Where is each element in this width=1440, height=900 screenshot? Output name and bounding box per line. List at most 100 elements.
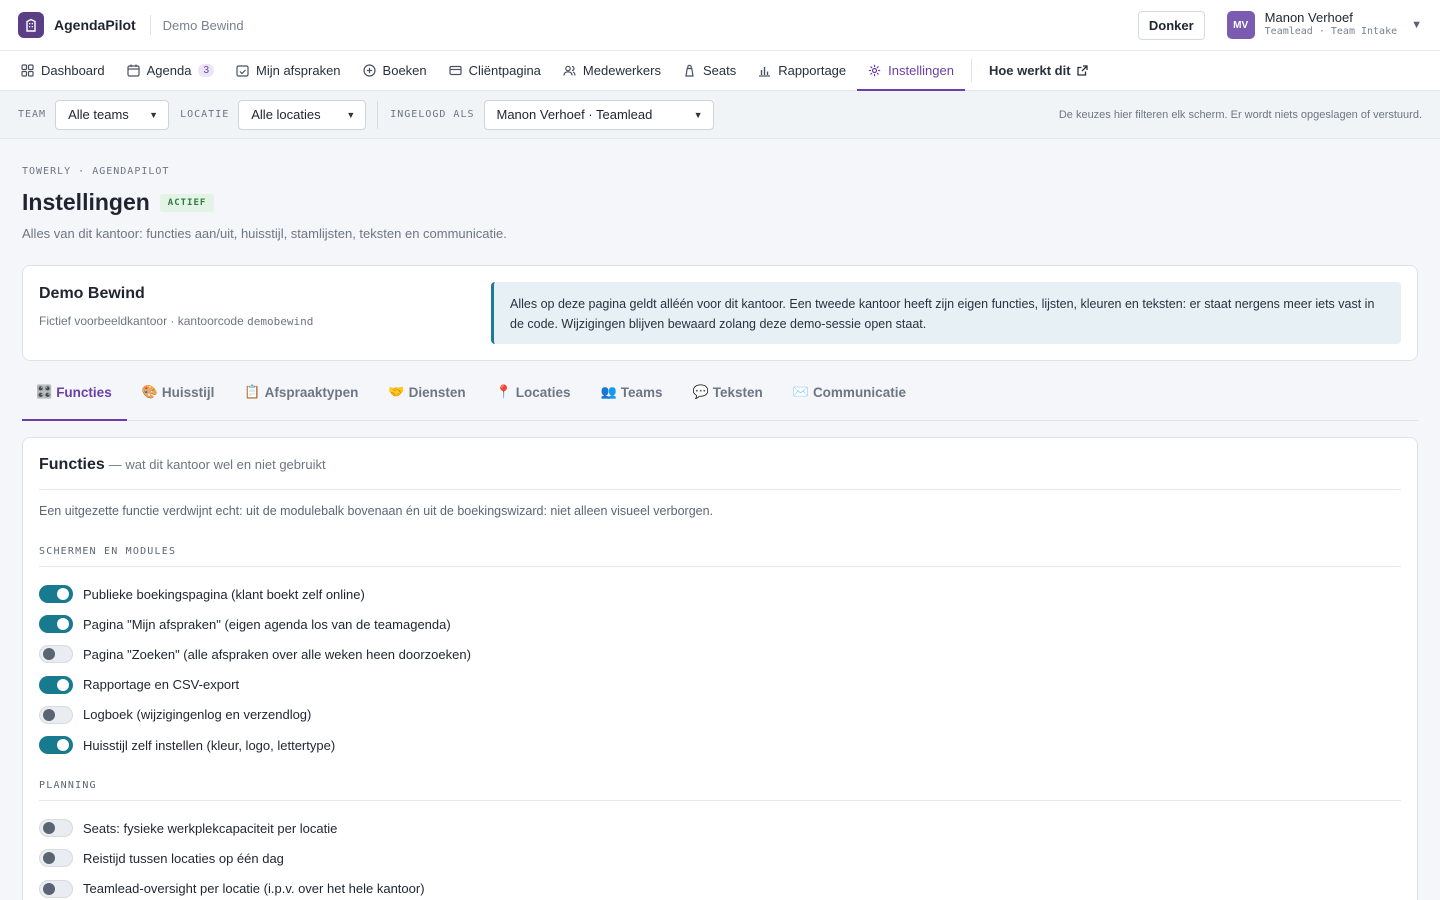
nav-label: Dashboard xyxy=(41,63,105,78)
tenant-name: Demo Bewind xyxy=(162,17,244,33)
divider xyxy=(970,59,972,82)
palette-icon: 🎨 xyxy=(141,385,158,400)
user-menu[interactable]: Manon Verhoef Teamlead · Team Intake xyxy=(1265,11,1397,39)
user-name: Manon Verhoef xyxy=(1264,10,1353,25)
tenant-code: demobewind xyxy=(247,315,314,328)
settings-tabs: 🎛️ Functies 🎨 Huisstijl 📋 Afspraaktypen 🤝 Di… xyxy=(22,383,1418,421)
building-icon[interactable] xyxy=(18,12,44,38)
grid-icon xyxy=(21,64,34,77)
tenant-title: Demo Bewind xyxy=(39,285,145,302)
tenant-meta: Fictief voorbeeldkantoor · kantoorcode d… xyxy=(39,314,491,328)
login-as-select[interactable]: Manon Verhoef · Teamlead ▼ xyxy=(483,99,714,130)
main-content: TOWERLY · AGENDAPILOT Instellingen ACTIE… xyxy=(0,166,1440,900)
toggle-switch[interactable] xyxy=(39,849,73,868)
toggle-switch[interactable] xyxy=(39,615,73,634)
avatar[interactable]: MV xyxy=(1226,11,1255,39)
toggle-row: Logboek (wijzigingenlog en verzendlog) xyxy=(39,700,1401,730)
team-filter-label: TEAM xyxy=(18,109,47,120)
tab-label: Teams xyxy=(620,385,663,400)
control-knobs-icon: 🎛️ xyxy=(36,385,53,400)
people-icon: 👥 xyxy=(600,385,617,400)
module-nav: Dashboard Agenda 3 Mijn afspraken Boeken… xyxy=(0,50,1440,91)
toggle-label: Huisstijl zelf instellen (kleur, logo, l… xyxy=(83,737,336,753)
filter-note: De keuzes hier filteren elk scherm. Er w… xyxy=(1058,108,1422,121)
section-description: Een uitgezette functie verdwijnt echt: u… xyxy=(39,504,714,518)
chevron-down-icon[interactable]: ▼ xyxy=(1411,19,1422,31)
toggle-switch[interactable] xyxy=(39,705,73,724)
tab-diensten[interactable]: 🤝 Diensten xyxy=(373,383,480,420)
calendar-check-icon xyxy=(236,65,249,77)
toggle-row: Reistijd tussen locaties op één dag xyxy=(39,843,1401,873)
tab-locaties[interactable]: 📍 Locaties xyxy=(481,383,586,420)
toggle-label: Pagina "Zoeken" (alle afspraken over all… xyxy=(83,646,471,662)
toggle-switch[interactable] xyxy=(39,675,73,694)
tab-label: Huisstijl xyxy=(161,385,215,400)
tab-functies[interactable]: 🎛️ Functies xyxy=(22,383,127,421)
toggle-row: Seats: fysieke werkplekcapaciteit per lo… xyxy=(39,813,1401,843)
toggle-switch[interactable] xyxy=(39,645,73,664)
section-subtitle: — wat dit kantoor wel en niet gebruikt xyxy=(108,457,326,472)
toggle-row: Publieke boekingspagina (klant boekt zel… xyxy=(39,579,1401,609)
nav-item-help[interactable]: Hoe werkt dit xyxy=(978,51,1099,90)
tab-label: Functies xyxy=(56,385,112,400)
nav-label: Instellingen xyxy=(888,63,954,78)
toggle-label: Teamlead-oversight per locatie (i.p.v. o… xyxy=(83,881,425,897)
toggle-row: Pagina "Mijn afspraken" (eigen agenda lo… xyxy=(39,609,1401,639)
divider xyxy=(149,15,151,35)
nav-item-mijn-afspraken[interactable]: Mijn afspraken xyxy=(225,51,352,90)
tab-label: Locaties xyxy=(515,385,571,400)
toggle-switch[interactable] xyxy=(39,585,73,604)
chevron-down-icon: ▼ xyxy=(693,109,703,120)
location-filter-label: LOCATIE xyxy=(180,109,230,120)
external-link-icon xyxy=(1076,65,1088,76)
clipboard-icon: 📋 xyxy=(244,385,261,400)
location-select-value: Alle locaties xyxy=(251,107,321,122)
tab-label: Afspraaktypen xyxy=(264,385,359,400)
breadcrumb: TOWERLY · AGENDAPILOT xyxy=(22,166,170,177)
nav-item-clientpagina[interactable]: Cliëntpagina xyxy=(438,51,552,90)
pin-icon: 📍 xyxy=(495,385,512,400)
login-as-label: INGELOGD ALS xyxy=(390,109,475,120)
card-icon xyxy=(449,65,462,76)
tab-label: Teksten xyxy=(712,385,763,400)
bar-chart-icon xyxy=(759,67,771,77)
envelope-icon: ✉️ xyxy=(792,385,809,400)
app-name[interactable]: AgendaPilot xyxy=(54,17,136,33)
location-select[interactable]: Alle locaties ▼ xyxy=(238,99,367,130)
handshake-icon: 🤝 xyxy=(388,385,405,400)
toggle-switch[interactable] xyxy=(39,819,73,838)
nav-label: Cliëntpagina xyxy=(468,63,541,78)
calendar-icon xyxy=(127,64,140,77)
toggle-label: Rapportage en CSV-export xyxy=(83,677,240,693)
nav-label: Boeken xyxy=(382,63,427,78)
group-title: SCHERMEN EN MODULES xyxy=(39,546,1401,567)
nav-item-medewerkers[interactable]: Medewerkers xyxy=(552,51,672,90)
nav-label: Mijn afspraken xyxy=(256,63,341,78)
nav-item-rapportage[interactable]: Rapportage xyxy=(747,51,857,90)
toggle-switch[interactable] xyxy=(39,736,73,755)
section-title: Functies xyxy=(39,456,105,473)
nav-item-dashboard[interactable]: Dashboard xyxy=(10,51,116,90)
nav-item-boeken[interactable]: Boeken xyxy=(352,51,438,90)
login-as-value: Manon Verhoef · Teamlead xyxy=(496,107,653,122)
tab-teams[interactable]: 👥 Teams xyxy=(586,383,678,420)
page-title: Instellingen xyxy=(22,189,150,215)
toggle-label: Pagina "Mijn afspraken" (eigen agenda lo… xyxy=(83,616,451,632)
toggle-list: Seats: fysieke werkplekcapaciteit per lo… xyxy=(39,801,1401,900)
nav-item-seats[interactable]: Seats xyxy=(672,51,747,90)
tab-teksten[interactable]: 💬 Teksten xyxy=(678,383,778,420)
nav-item-instellingen[interactable]: Instellingen xyxy=(857,51,965,91)
toggle-list: Publieke boekingspagina (klant boekt zel… xyxy=(39,567,1401,760)
tab-communicatie[interactable]: ✉️ Communicatie xyxy=(778,383,921,420)
toggle-switch[interactable] xyxy=(39,879,73,898)
theme-toggle-button[interactable]: Donker xyxy=(1137,10,1205,40)
divider xyxy=(377,100,379,129)
tenant-card: Demo Bewind Fictief voorbeeldkantoor · k… xyxy=(22,265,1418,361)
toggle-row: Huisstijl zelf instellen (kleur, logo, l… xyxy=(39,730,1401,760)
tab-huisstijl[interactable]: 🎨 Huisstijl xyxy=(127,383,230,420)
toggle-row: Teamlead-oversight per locatie (i.p.v. o… xyxy=(39,874,1401,900)
nav-item-agenda[interactable]: Agenda 3 xyxy=(116,51,225,90)
speech-bubble-icon: 💬 xyxy=(692,385,709,400)
team-select[interactable]: Alle teams ▼ xyxy=(55,99,170,130)
tab-afspraaktypen[interactable]: 📋 Afspraaktypen xyxy=(229,383,373,420)
